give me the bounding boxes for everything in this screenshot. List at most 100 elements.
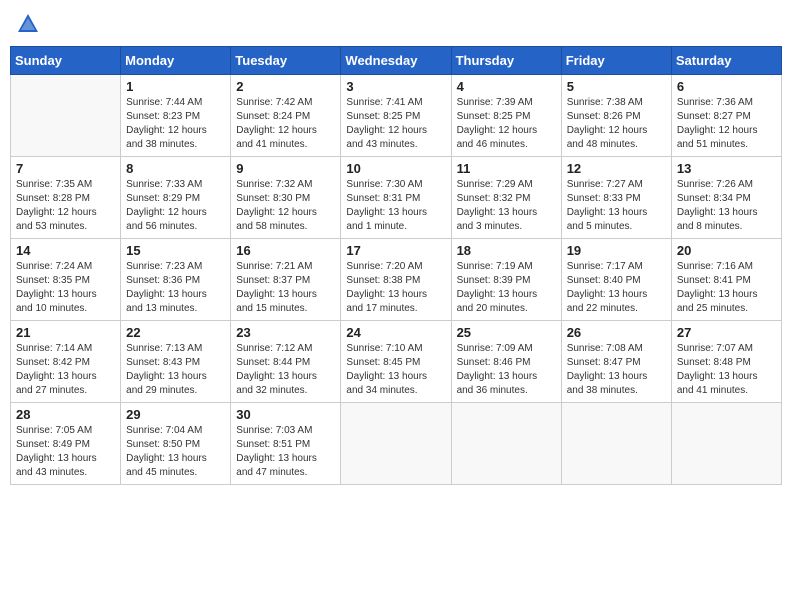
day-number: 6 xyxy=(677,79,776,94)
day-number: 22 xyxy=(126,325,225,340)
day-info: Sunrise: 7:44 AM Sunset: 8:23 PM Dayligh… xyxy=(126,96,225,152)
day-info: Sunrise: 7:04 AM Sunset: 8:50 PM Dayligh… xyxy=(126,424,225,480)
column-header-tuesday: Tuesday xyxy=(231,47,341,75)
day-info: Sunrise: 7:41 AM Sunset: 8:25 PM Dayligh… xyxy=(346,96,445,152)
day-info: Sunrise: 7:14 AM Sunset: 8:42 PM Dayligh… xyxy=(16,342,115,398)
calendar-cell: 2 Sunrise: 7:42 AM Sunset: 8:24 PM Daylig… xyxy=(231,75,341,157)
day-info: Sunrise: 7:39 AM Sunset: 8:25 PM Dayligh… xyxy=(457,96,556,152)
day-number: 27 xyxy=(677,325,776,340)
day-number: 26 xyxy=(567,325,666,340)
day-info: Sunrise: 7:05 AM Sunset: 8:49 PM Dayligh… xyxy=(16,424,115,480)
calendar-cell: 4 Sunrise: 7:39 AM Sunset: 8:25 PM Daylig… xyxy=(451,75,561,157)
day-info: Sunrise: 7:07 AM Sunset: 8:48 PM Dayligh… xyxy=(677,342,776,398)
day-number: 11 xyxy=(457,161,556,176)
calendar-cell: 22 Sunrise: 7:13 AM Sunset: 8:43 PM Dayli… xyxy=(121,321,231,403)
calendar-cell: 28 Sunrise: 7:05 AM Sunset: 8:49 PM Dayli… xyxy=(11,403,121,485)
day-info: Sunrise: 7:16 AM Sunset: 8:41 PM Dayligh… xyxy=(677,260,776,316)
calendar-cell: 10 Sunrise: 7:30 AM Sunset: 8:31 PM Dayli… xyxy=(341,157,451,239)
day-info: Sunrise: 7:13 AM Sunset: 8:43 PM Dayligh… xyxy=(126,342,225,398)
day-info: Sunrise: 7:10 AM Sunset: 8:45 PM Dayligh… xyxy=(346,342,445,398)
day-number: 3 xyxy=(346,79,445,94)
calendar-cell: 12Sunrise: 7:27 AM Sunset: 8:33 PM Dayli… xyxy=(561,157,671,239)
day-number: 25 xyxy=(457,325,556,340)
day-number: 14 xyxy=(16,243,115,258)
calendar-cell xyxy=(11,75,121,157)
calendar-cell: 1 Sunrise: 7:44 AM Sunset: 8:23 PM Daylig… xyxy=(121,75,231,157)
day-number: 2 xyxy=(236,79,335,94)
page-header xyxy=(10,10,782,38)
day-number: 19 xyxy=(567,243,666,258)
calendar-cell: 5Sunrise: 7:38 AM Sunset: 8:26 PM Daylig… xyxy=(561,75,671,157)
calendar-cell: 3 Sunrise: 7:41 AM Sunset: 8:25 PM Daylig… xyxy=(341,75,451,157)
calendar-cell: 23 Sunrise: 7:12 AM Sunset: 8:44 PM Dayli… xyxy=(231,321,341,403)
calendar-cell: 19 Sunrise: 7:17 AM Sunset: 8:40 PM Dayli… xyxy=(561,239,671,321)
day-number: 15 xyxy=(126,243,225,258)
calendar-cell xyxy=(561,403,671,485)
calendar-cell: 29 Sunrise: 7:04 AM Sunset: 8:50 PM Dayli… xyxy=(121,403,231,485)
calendar-cell xyxy=(671,403,781,485)
column-header-wednesday: Wednesday xyxy=(341,47,451,75)
day-number: 20 xyxy=(677,243,776,258)
day-info: Sunrise: 7:19 AM Sunset: 8:39 PM Dayligh… xyxy=(457,260,556,316)
day-number: 9 xyxy=(236,161,335,176)
calendar-cell: 25 Sunrise: 7:09 AM Sunset: 8:46 PM Dayli… xyxy=(451,321,561,403)
day-number: 8 xyxy=(126,161,225,176)
day-number: 4 xyxy=(457,79,556,94)
day-number: 23 xyxy=(236,325,335,340)
column-header-saturday: Saturday xyxy=(671,47,781,75)
day-info: Sunrise: 7:26 AM Sunset: 8:34 PM Dayligh… xyxy=(677,178,776,234)
column-header-monday: Monday xyxy=(121,47,231,75)
logo xyxy=(14,10,46,38)
day-info: Sunrise: 7:24 AM Sunset: 8:35 PM Dayligh… xyxy=(16,260,115,316)
column-header-friday: Friday xyxy=(561,47,671,75)
column-header-sunday: Sunday xyxy=(11,47,121,75)
day-info: Sunrise: 7:35 AM Sunset: 8:28 PM Dayligh… xyxy=(16,178,115,234)
day-info: Sunrise: 7:03 AM Sunset: 8:51 PM Dayligh… xyxy=(236,424,335,480)
calendar-cell: 8 Sunrise: 7:33 AM Sunset: 8:29 PM Daylig… xyxy=(121,157,231,239)
day-info: Sunrise: 7:33 AM Sunset: 8:29 PM Dayligh… xyxy=(126,178,225,234)
calendar-cell: 17Sunrise: 7:20 AM Sunset: 8:38 PM Dayli… xyxy=(341,239,451,321)
day-number: 1 xyxy=(126,79,225,94)
day-number: 16 xyxy=(236,243,335,258)
day-info: Sunrise: 7:32 AM Sunset: 8:30 PM Dayligh… xyxy=(236,178,335,234)
calendar-cell: 7Sunrise: 7:35 AM Sunset: 8:28 PM Daylig… xyxy=(11,157,121,239)
day-info: Sunrise: 7:29 AM Sunset: 8:32 PM Dayligh… xyxy=(457,178,556,234)
column-header-thursday: Thursday xyxy=(451,47,561,75)
calendar-week-row: 7Sunrise: 7:35 AM Sunset: 8:28 PM Daylig… xyxy=(11,157,782,239)
day-number: 10 xyxy=(346,161,445,176)
calendar-cell: 27 Sunrise: 7:07 AM Sunset: 8:48 PM Dayli… xyxy=(671,321,781,403)
day-info: Sunrise: 7:09 AM Sunset: 8:46 PM Dayligh… xyxy=(457,342,556,398)
calendar-table: SundayMondayTuesdayWednesdayThursdayFrid… xyxy=(10,46,782,485)
calendar-cell: 16 Sunrise: 7:21 AM Sunset: 8:37 PM Dayli… xyxy=(231,239,341,321)
calendar-cell xyxy=(341,403,451,485)
day-info: Sunrise: 7:08 AM Sunset: 8:47 PM Dayligh… xyxy=(567,342,666,398)
day-number: 24 xyxy=(346,325,445,340)
calendar-cell: 15 Sunrise: 7:23 AM Sunset: 8:36 PM Dayli… xyxy=(121,239,231,321)
calendar-cell: 6 Sunrise: 7:36 AM Sunset: 8:27 PM Daylig… xyxy=(671,75,781,157)
calendar-cell: 13 Sunrise: 7:26 AM Sunset: 8:34 PM Dayli… xyxy=(671,157,781,239)
calendar-cell: 20 Sunrise: 7:16 AM Sunset: 8:41 PM Dayli… xyxy=(671,239,781,321)
day-number: 29 xyxy=(126,407,225,422)
day-info: Sunrise: 7:27 AM Sunset: 8:33 PM Dayligh… xyxy=(567,178,666,234)
day-info: Sunrise: 7:12 AM Sunset: 8:44 PM Dayligh… xyxy=(236,342,335,398)
calendar-week-row: 28 Sunrise: 7:05 AM Sunset: 8:49 PM Dayli… xyxy=(11,403,782,485)
day-number: 17 xyxy=(346,243,445,258)
calendar-cell xyxy=(451,403,561,485)
logo-icon xyxy=(14,10,42,38)
day-number: 21 xyxy=(16,325,115,340)
calendar-week-row: 21 Sunrise: 7:14 AM Sunset: 8:42 PM Dayli… xyxy=(11,321,782,403)
day-info: Sunrise: 7:42 AM Sunset: 8:24 PM Dayligh… xyxy=(236,96,335,152)
day-info: Sunrise: 7:17 AM Sunset: 8:40 PM Dayligh… xyxy=(567,260,666,316)
day-number: 18 xyxy=(457,243,556,258)
day-info: Sunrise: 7:38 AM Sunset: 8:26 PM Dayligh… xyxy=(567,96,666,152)
calendar-cell: 9 Sunrise: 7:32 AM Sunset: 8:30 PM Daylig… xyxy=(231,157,341,239)
day-number: 28 xyxy=(16,407,115,422)
day-info: Sunrise: 7:21 AM Sunset: 8:37 PM Dayligh… xyxy=(236,260,335,316)
day-info: Sunrise: 7:30 AM Sunset: 8:31 PM Dayligh… xyxy=(346,178,445,234)
calendar-header-row: SundayMondayTuesdayWednesdayThursdayFrid… xyxy=(11,47,782,75)
calendar-cell: 26 Sunrise: 7:08 AM Sunset: 8:47 PM Dayli… xyxy=(561,321,671,403)
day-info: Sunrise: 7:36 AM Sunset: 8:27 PM Dayligh… xyxy=(677,96,776,152)
day-info: Sunrise: 7:23 AM Sunset: 8:36 PM Dayligh… xyxy=(126,260,225,316)
day-number: 13 xyxy=(677,161,776,176)
calendar-week-row: 1 Sunrise: 7:44 AM Sunset: 8:23 PM Daylig… xyxy=(11,75,782,157)
